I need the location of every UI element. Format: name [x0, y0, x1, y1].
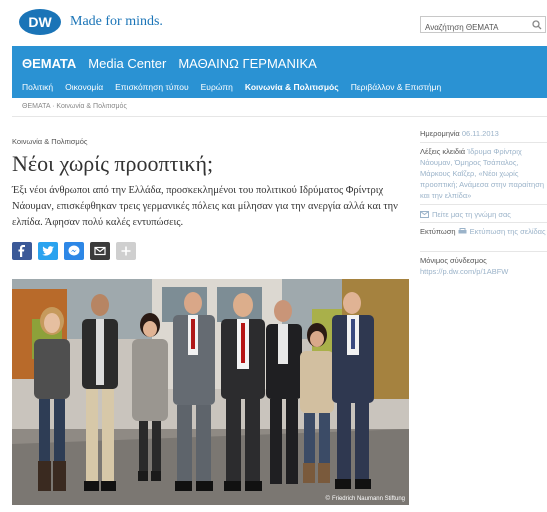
twitter-icon	[42, 246, 54, 256]
sidebar-divider	[420, 222, 547, 223]
date-row: Ημερομηνία 06.11.2013	[420, 128, 547, 139]
subnav-item-economy[interactable]: Οικονομία	[65, 82, 103, 92]
date-label: Ημερομηνία	[420, 129, 460, 138]
print-label: Εκτύπωση	[420, 227, 456, 236]
subnav-item-society-culture[interactable]: Κοινωνία & Πολιτισμός	[245, 82, 339, 92]
keywords-label: Λέξεις κλειδιά	[420, 147, 466, 156]
twitter-share-button[interactable]	[38, 242, 58, 260]
breadcrumb[interactable]: ΘΕΜΑΤΑ · Κοινωνία & Πολιτισμός	[22, 103, 127, 110]
social-share-bar	[12, 242, 136, 260]
group-photo-image	[12, 279, 409, 505]
copyright-icon: ©	[325, 496, 330, 502]
search-box[interactable]	[420, 16, 546, 35]
nav-main: ΘΕΜΑΤΑ Media Center ΜΑΘΑΙΝΩ ΓΕΡΜΑΝΙΚΑ	[22, 56, 317, 71]
mail-icon	[94, 246, 106, 256]
facebook-icon	[18, 245, 25, 257]
sidebar-divider	[420, 142, 547, 143]
article-lead: Έξι νέοι άνθρωποι από την Ελλάδα, προσκε…	[12, 185, 398, 228]
top-bar: DW Made for minds.	[0, 0, 547, 44]
permalink-row: Μόνιμος σύνδεσμος https://p.dw.com/p/1AB…	[420, 255, 547, 277]
sidebar-divider	[420, 204, 547, 205]
feedback-row[interactable]: Πείτε μας τη γνώμη σας	[420, 209, 547, 220]
print-row: Εκτύπωση Εκτύπωση της σελίδας	[420, 226, 547, 237]
print-link[interactable]: Εκτύπωση της σελίδας	[470, 227, 546, 236]
search-input[interactable]	[421, 20, 529, 35]
subnav-item-environment-science[interactable]: Περιβάλλον & Επιστήμη	[351, 82, 442, 92]
messenger-icon	[68, 245, 80, 256]
print-icon	[458, 228, 467, 234]
main-navigation: ΘΕΜΑΤΑ Media Center ΜΑΘΑΙΝΩ ΓΕΡΜΑΝΙΚΑ Πο…	[12, 46, 547, 98]
plus-icon	[121, 246, 131, 256]
svg-text:DW: DW	[28, 14, 52, 30]
sidebar-divider	[420, 251, 547, 252]
mail-share-button[interactable]	[90, 242, 110, 260]
feedback-link[interactable]: Πείτε μας τη γνώμη σας	[432, 210, 511, 219]
nav-item-learn-german[interactable]: ΜΑΘΑΙΝΩ ΓΕΡΜΑΝΙΚΑ	[178, 56, 316, 71]
permalink-value[interactable]: https://p.dw.com/p/1ABFW	[420, 266, 547, 277]
messenger-share-button[interactable]	[64, 242, 84, 260]
keywords-row: Λέξεις κλειδιά Ίδρυμα Φρίντριχ Νάουμαν, …	[420, 146, 547, 201]
photo-credit: © Friedrich Naumann Stiftung	[326, 496, 405, 502]
nav-sub: Πολιτική Οικονομία Επισκόπηση τύπου Ευρώ…	[22, 82, 441, 92]
feedback-icon	[420, 211, 429, 218]
subnav-item-europe[interactable]: Ευρώπη	[201, 82, 233, 92]
dw-logo[interactable]: DW	[18, 8, 62, 36]
divider	[12, 116, 547, 117]
subnav-item-press-review[interactable]: Επισκόπηση τύπου	[115, 82, 188, 92]
date-value: 06.11.2013	[461, 129, 499, 138]
nav-item-themes[interactable]: ΘΕΜΑΤΑ	[22, 56, 76, 71]
article-photo[interactable]: © Friedrich Naumann Stiftung	[12, 279, 409, 505]
photo-credit-text: Friedrich Naumann Stiftung	[331, 496, 405, 502]
nav-item-media-center[interactable]: Media Center	[88, 56, 166, 71]
article-headline: Νέοι χωρίς προοπτική;	[12, 151, 214, 176]
slogan: Made for minds.	[70, 14, 163, 29]
search-icon[interactable]	[532, 20, 542, 30]
subnav-item-politics[interactable]: Πολιτική	[22, 82, 53, 92]
permalink-label: Μόνιμος σύνδεσμος	[420, 256, 487, 265]
facebook-share-button[interactable]	[12, 242, 32, 260]
article-category[interactable]: Κοινωνία & Πολιτισμός	[12, 137, 88, 146]
more-share-button[interactable]	[116, 242, 136, 260]
